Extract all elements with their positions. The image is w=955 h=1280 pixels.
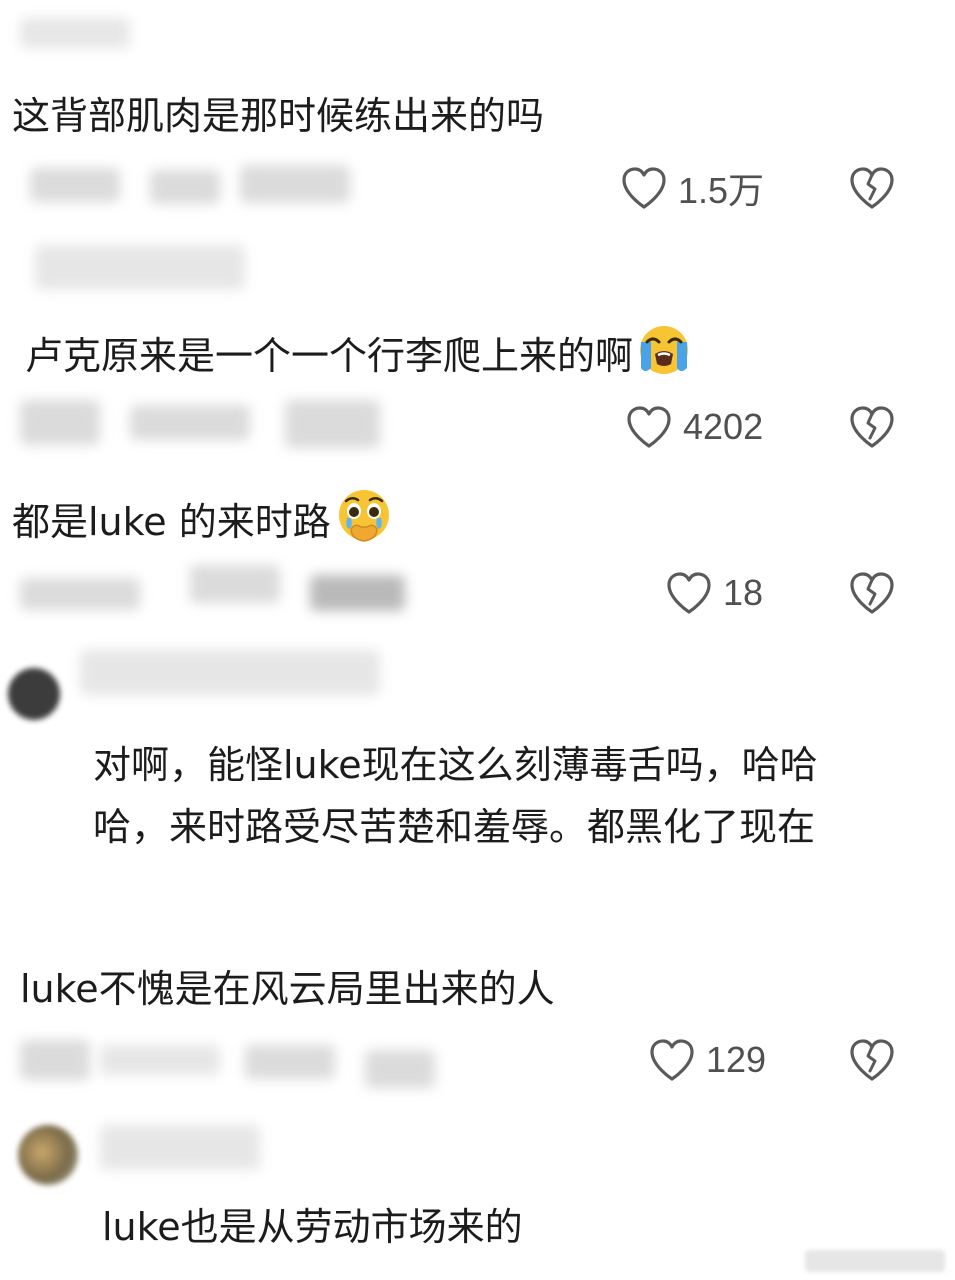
- face-holding-back-tears-icon: [333, 487, 395, 556]
- reply-text: 对啊，能怪luke现在这么刻薄毒舌吗，哈哈哈，来时路受尽苦楚和羞辱。都黑化了现在: [93, 743, 818, 849]
- comment-actions: 129: [648, 1030, 948, 1090]
- comment-text-body: 卢克原来是一个一个行李爬上来的啊: [25, 334, 634, 378]
- like-count: 18: [723, 572, 764, 613]
- like-count: 1.5万: [678, 170, 765, 211]
- comment-text: 都是luke 的来时路: [12, 490, 395, 559]
- comment-actions: 1.5万: [620, 158, 940, 218]
- broken-heart-icon[interactable]: [848, 1037, 896, 1083]
- heart-outline-icon: [667, 572, 711, 614]
- heart-outline-icon: [622, 167, 666, 209]
- comment-actions: 18: [665, 563, 945, 623]
- like-count: 129: [706, 1039, 767, 1080]
- heart-outline-icon: [627, 406, 671, 448]
- heart-outline-icon: [650, 1039, 694, 1081]
- broken-heart-icon[interactable]: [848, 165, 896, 211]
- comment-text: luke不愧是在风云局里出来的人: [20, 967, 555, 1011]
- like-button[interactable]: 1.5万: [620, 162, 764, 214]
- broken-heart-icon[interactable]: [848, 570, 896, 616]
- like-button[interactable]: 4202: [625, 404, 763, 450]
- comment-text: 这背部肌肉是那时候练出来的吗: [12, 94, 545, 138]
- reply-text: luke也是从劳动市场来的: [102, 1205, 523, 1249]
- comment-text-body: 都是luke 的来时路: [12, 500, 331, 544]
- loudly-crying-face-icon: [635, 324, 693, 387]
- like-count: 4202: [683, 406, 764, 447]
- avatar[interactable]: [8, 668, 60, 720]
- like-button[interactable]: 18: [665, 570, 763, 616]
- watermark: [805, 1250, 945, 1272]
- like-button[interactable]: 129: [648, 1037, 766, 1083]
- comment-text: 卢克原来是一个一个行李爬上来的啊: [25, 324, 693, 390]
- avatar[interactable]: [18, 1125, 78, 1185]
- comment-actions: 4202: [625, 397, 945, 457]
- broken-heart-icon[interactable]: [848, 404, 896, 450]
